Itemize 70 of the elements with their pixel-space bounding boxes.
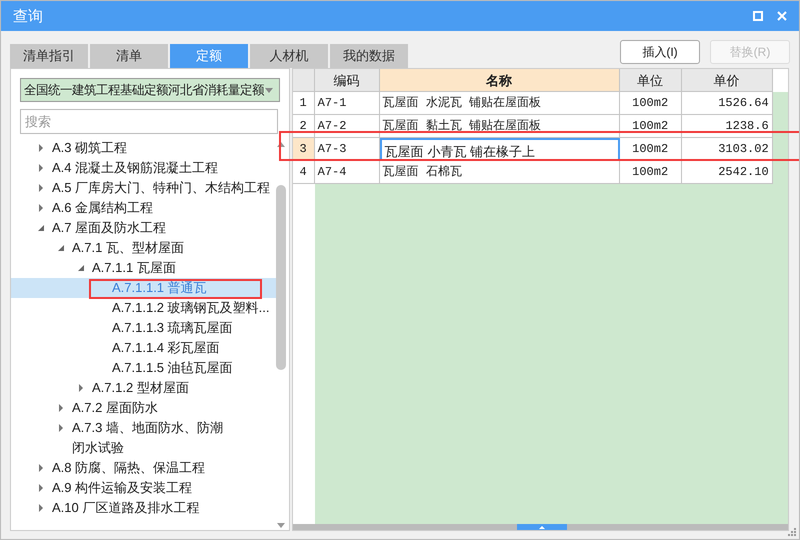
library-dropdown[interactable]: 全国统一建筑工程基础定额河北省消耗量定额 <box>20 78 280 102</box>
tree-item[interactable]: A.7.2 屋面防水 <box>11 398 276 418</box>
tree-item[interactable]: A.3 砌筑工程 <box>11 138 276 158</box>
dropdown-caret-icon <box>265 88 273 92</box>
tree-item[interactable]: A.7.1.1.4 彩瓦屋面 <box>11 338 276 358</box>
table-cell: 3103.02 <box>682 138 773 161</box>
table-cell: 100m2 <box>620 161 682 184</box>
tab[interactable]: 我的数据 <box>330 44 408 68</box>
tree-item[interactable]: A.4 混凝土及钢筋混凝土工程 <box>11 158 276 178</box>
collapse-arrow-icon[interactable] <box>57 244 65 252</box>
table-cell: 瓦屋面 小青瓦 铺在椽子上 <box>380 138 620 161</box>
column-header[interactable]: 单价 <box>682 69 773 92</box>
row-number: 2 <box>292 115 315 138</box>
expand-arrow-icon[interactable] <box>37 484 45 492</box>
column-header[interactable]: 编码 <box>314 69 380 92</box>
expand-arrow-icon[interactable] <box>37 184 45 192</box>
tree-item[interactable]: A.7.1.1.3 琉璃瓦屋面 <box>11 318 276 338</box>
column-header[interactable]: 单位 <box>620 69 682 92</box>
row-number: 1 <box>292 92 315 115</box>
window-title: 查询 <box>13 6 43 26</box>
row-number: 3 <box>292 138 315 161</box>
table-cell: 100m2 <box>620 92 682 115</box>
collapse-arrow-icon[interactable] <box>37 224 45 232</box>
table-cell: 瓦屋面 水泥瓦 铺贴在屋面板 <box>380 92 620 115</box>
tree-item[interactable]: A.7.3 墙、地面防水、防潮闭水试验 <box>11 418 276 458</box>
expand-arrow-icon[interactable] <box>37 164 45 172</box>
tree-item[interactable]: A.8 防腐、隔热、保温工程 <box>11 458 276 478</box>
tab[interactable]: 人材机 <box>250 44 328 68</box>
table-cell: 1526.64 <box>682 92 773 115</box>
expand-arrow-icon[interactable] <box>37 204 45 212</box>
table-cell: 瓦屋面 石棉瓦 <box>380 161 620 184</box>
horizontal-scrollbar[interactable] <box>292 524 788 530</box>
column-header[interactable]: 名称 <box>380 69 620 92</box>
tab[interactable]: 清单 <box>90 44 168 68</box>
table-cell: A7-2 <box>314 115 380 138</box>
row-number: 4 <box>292 161 315 184</box>
table-cell: A7-3 <box>314 138 380 161</box>
table-cell: 1238.6 <box>682 115 773 138</box>
expand-arrow-icon[interactable] <box>37 144 45 152</box>
scroll-up-arrow-icon[interactable] <box>276 142 285 147</box>
tree-item[interactable]: A.7 屋面及防水工程 <box>11 218 276 238</box>
expand-arrow-icon[interactable] <box>37 464 45 472</box>
scroll-down-arrow-icon[interactable] <box>276 523 285 528</box>
tree-item[interactable]: A.5 厂库房大门、特种门、木结构工程 <box>11 178 276 198</box>
expand-arrow-icon[interactable] <box>77 384 85 392</box>
tree-item[interactable]: A.10 厂区道路及排水工程 <box>11 498 276 518</box>
insert-button[interactable]: 插入(I) <box>620 40 700 64</box>
tree-item[interactable]: A.7.1 瓦、型材屋面 <box>11 238 276 258</box>
table-cell: A7-4 <box>314 161 380 184</box>
corner-header-cell[interactable] <box>292 69 315 92</box>
table-cell: 100m2 <box>620 138 682 161</box>
expand-arrow-icon[interactable] <box>37 504 45 512</box>
tree-item[interactable]: A.7.1.1 瓦屋面 <box>11 258 276 278</box>
resize-grip-icon[interactable] <box>787 527 797 537</box>
tree-item[interactable]: A.7.1.1.2 玻璃钢瓦及塑料... <box>11 298 276 318</box>
table-cell: 2542.10 <box>682 161 773 184</box>
expand-arrow-icon[interactable] <box>57 424 65 432</box>
table-cell: A7-1 <box>314 92 380 115</box>
maximize-icon[interactable] <box>753 11 763 21</box>
tab[interactable]: 清单指引 <box>10 44 88 68</box>
close-icon[interactable] <box>777 11 787 21</box>
tree-item[interactable]: A.7.1.2 型材屋面 <box>11 378 276 398</box>
table-cell: 瓦屋面 黏土瓦 铺贴在屋面板 <box>380 115 620 138</box>
search-field[interactable]: 搜索 <box>20 109 278 134</box>
table-cell: 100m2 <box>620 115 682 138</box>
tree-item[interactable]: A.7.1.1.5 油毡瓦屋面 <box>11 358 276 378</box>
expand-arrow-icon[interactable] <box>57 404 65 412</box>
tree-item[interactable]: A.6 金属结构工程 <box>11 198 276 218</box>
tree-item[interactable]: A.9 构件运输及安装工程 <box>11 478 276 498</box>
collapse-arrow-icon[interactable] <box>77 264 85 272</box>
